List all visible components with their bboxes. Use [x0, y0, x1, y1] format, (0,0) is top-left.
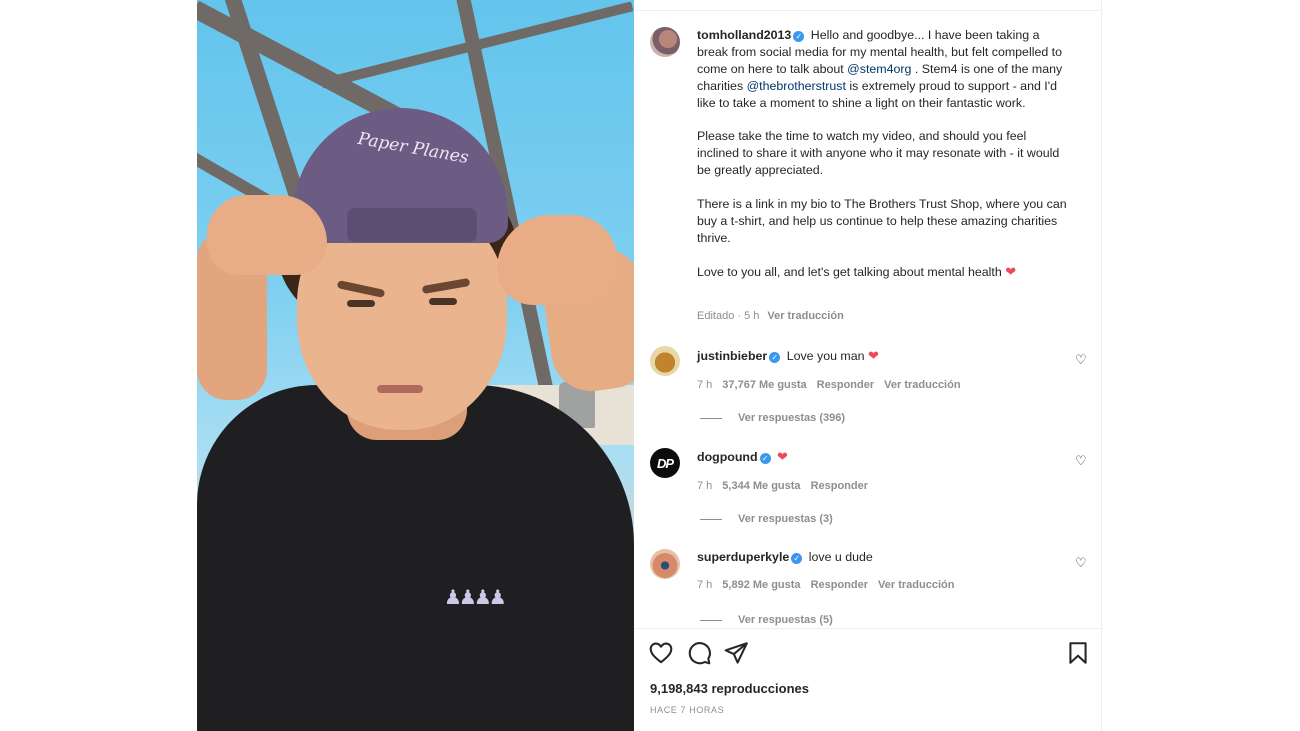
commenter-avatar[interactable] [650, 346, 680, 376]
view-count[interactable]: 9,198,843 reproducciones [650, 681, 809, 696]
post-timestamp: HACE 7 HORAS [650, 705, 725, 715]
commenter-username[interactable]: justinbieber [697, 349, 767, 363]
like-comment-heart-icon[interactable]: ♡ [1075, 453, 1087, 469]
author-username[interactable]: tomholland2013 [697, 28, 791, 42]
verified-badge-icon: ✓ [791, 553, 803, 564]
comment-time: 7 h [697, 480, 713, 492]
reply-button[interactable]: Responder [817, 379, 874, 391]
see-translation-link[interactable]: Ver traducción [884, 379, 960, 391]
share-paper-plane-icon[interactable] [723, 640, 749, 666]
view-replies-label: Ver respuestas (396) [738, 412, 846, 424]
caption-paragraph: Please take the time to watch my video, … [697, 129, 1060, 178]
shirt-logo: ♟♟♟♟ [444, 587, 507, 609]
post-caption: tomholland2013 ✓ Hello and goodbye... I h… [697, 27, 1069, 297]
view-replies-label: Ver respuestas (5) [738, 614, 833, 626]
red-heart-icon: ❤ [777, 449, 788, 464]
divider [634, 628, 1102, 629]
cap-strap [347, 208, 477, 242]
commenter-username[interactable]: superduperkyle [697, 550, 789, 564]
commenter-avatar[interactable]: DP [650, 448, 680, 478]
replies-line [700, 619, 722, 621]
verified-badge-icon: ✓ [759, 453, 771, 464]
comment-likes[interactable]: 5,892 Me gusta [722, 579, 800, 591]
verified-badge-icon: ✓ [769, 352, 781, 363]
reply-button[interactable]: Responder [811, 579, 868, 591]
save-bookmark-icon[interactable] [1065, 640, 1091, 666]
comment-likes[interactable]: 37,767 Me gusta [722, 379, 806, 391]
replies-line [700, 417, 722, 419]
red-heart-icon: ❤ [1005, 263, 1017, 279]
commenter-avatar[interactable] [650, 549, 680, 579]
view-replies-button[interactable]: Ver respuestas (396) [700, 412, 845, 424]
comments-scroll-area[interactable]: tomholland2013 ✓ Hello and goodbye... I h… [634, 0, 1102, 628]
comment-item: dogpound ✓ ❤ 7 h 5,344 Me gusta Responder [697, 449, 1077, 492]
comment-text: Love you man [786, 349, 865, 363]
red-heart-icon: ❤ [867, 348, 879, 363]
comment-text: love u dude [808, 550, 873, 564]
view-replies-button[interactable]: Ver respuestas (5) [700, 614, 833, 626]
edited-time: Editado · 5 h [697, 310, 760, 322]
comment-time: 7 h [697, 579, 713, 591]
view-replies-button[interactable]: Ver respuestas (3) [700, 513, 833, 525]
comment-item: superduperkyle ✓ love u dude 7 h 5,892 Me … [697, 550, 1077, 591]
right-hand [497, 215, 617, 305]
mention-stem4org[interactable]: @stem4org [847, 62, 911, 76]
like-comment-heart-icon[interactable]: ♡ [1075, 352, 1087, 368]
replies-line [700, 518, 722, 520]
right-eye [429, 298, 457, 305]
left-eye [347, 300, 375, 307]
comment-item: justinbieber ✓ Love you man ❤ 7 h 37,767 M… [697, 348, 1077, 391]
comment-time: 7 h [697, 379, 713, 391]
commenter-username[interactable]: dogpound [697, 450, 758, 464]
like-heart-icon[interactable] [648, 640, 674, 666]
see-translation-link[interactable]: Ver traducción [878, 579, 954, 591]
like-comment-heart-icon[interactable]: ♡ [1075, 555, 1087, 571]
mention-thebrotherstrust[interactable]: @thebrotherstrust [747, 79, 846, 93]
mouth [377, 385, 423, 393]
post-video[interactable]: ♟♟♟♟ Paper Planes [197, 0, 634, 731]
reply-button[interactable]: Responder [811, 480, 868, 492]
caption-paragraph: Love to you all, and let's get talking a… [697, 264, 1002, 279]
view-replies-label: Ver respuestas (3) [738, 513, 833, 525]
author-avatar[interactable] [650, 27, 680, 57]
left-hand [207, 195, 327, 275]
caption-meta: Editado · 5 h Ver traducción [697, 310, 844, 322]
comment-bubble-icon[interactable] [686, 640, 712, 666]
verified-badge-icon: ✓ [793, 31, 805, 42]
caption-paragraph: There is a link in my bio to The Brother… [697, 197, 1067, 245]
see-translation-link[interactable]: Ver traducción [767, 310, 843, 322]
comment-likes[interactable]: 5,344 Me gusta [722, 480, 800, 492]
